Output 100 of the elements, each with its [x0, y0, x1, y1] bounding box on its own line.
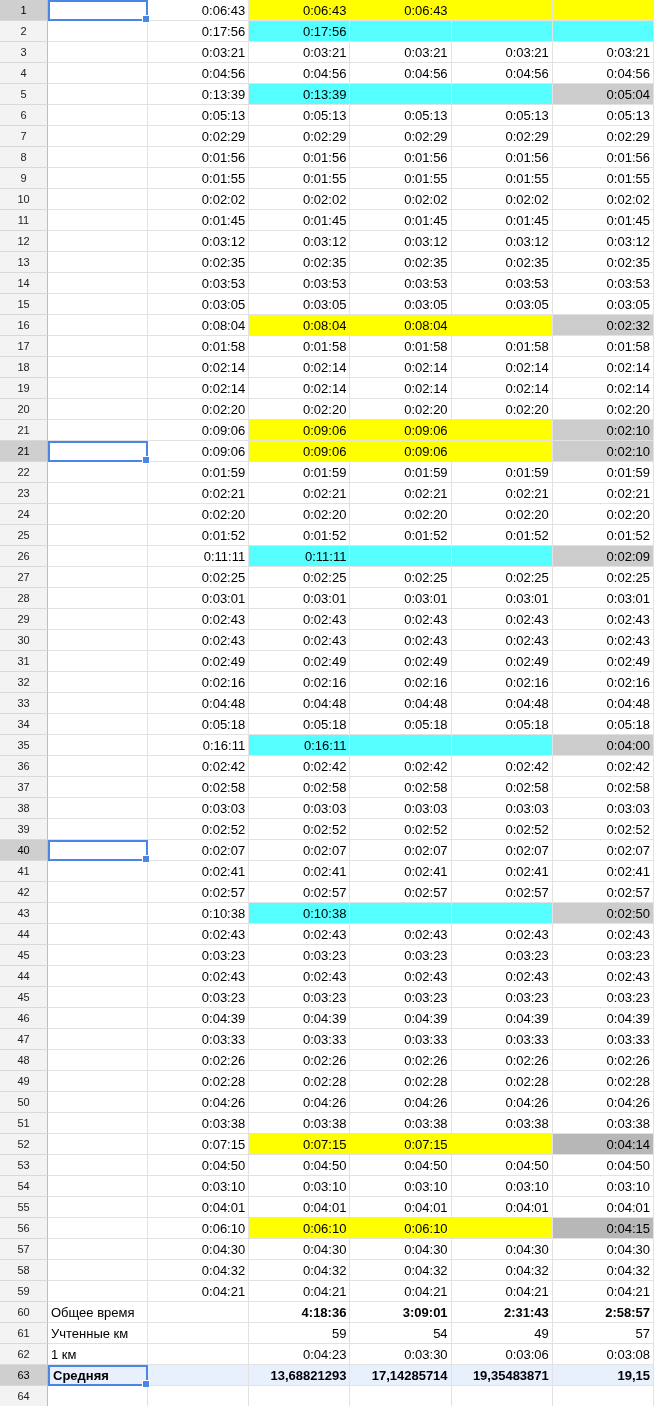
table-cell[interactable]: 0:03:33 — [552, 1029, 654, 1050]
table-cell[interactable]: 0:03:01 — [249, 588, 351, 609]
table-cell[interactable]: 0:02:25 — [451, 567, 553, 588]
table-cell[interactable]: 0:02:14 — [552, 357, 654, 378]
table-cell[interactable]: 0:03:10 — [451, 1176, 553, 1197]
table-cell[interactable]: Общее время — [48, 1302, 148, 1323]
table-cell[interactable]: 0:02:28 — [552, 1071, 654, 1092]
table-cell[interactable]: 0:02:42 — [249, 756, 351, 777]
table-cell[interactable]: 0:02:35 — [148, 252, 250, 273]
table-cell[interactable]: 49 — [451, 1323, 553, 1344]
table-cell[interactable]: 0:02:16 — [451, 672, 553, 693]
row-number[interactable]: 35 — [0, 735, 48, 756]
table-cell[interactable]: 0:01:45 — [552, 210, 654, 231]
table-cell[interactable]: 0:02:20 — [451, 504, 553, 525]
table-cell[interactable]: 0:02:20 — [148, 504, 250, 525]
table-cell[interactable]: 0:04:39 — [451, 1008, 553, 1029]
table-cell[interactable]: 0:03:10 — [350, 1176, 452, 1197]
table-cell[interactable]: 0:04:15 — [552, 1218, 654, 1239]
table-cell[interactable]: 0:04:39 — [148, 1008, 250, 1029]
table-cell[interactable]: 0:03:33 — [451, 1029, 553, 1050]
selected-cell[interactable]: Средняя — [48, 1365, 148, 1386]
table-cell[interactable]: 0:02:58 — [148, 777, 250, 798]
row-number[interactable]: 33 — [0, 693, 48, 714]
table-cell[interactable]: 0:02:52 — [451, 819, 553, 840]
table-cell[interactable]: 0:04:48 — [350, 693, 452, 714]
table-cell[interactable]: 0:02:20 — [249, 504, 351, 525]
table-cell[interactable]: 0:05:18 — [148, 714, 250, 735]
table-cell[interactable]: 0:02:43 — [249, 924, 351, 945]
table-cell[interactable]: 0:03:12 — [350, 231, 452, 252]
table-cell[interactable]: 0:01:56 — [552, 147, 654, 168]
table-cell[interactable]: 0:02:41 — [148, 861, 250, 882]
table-cell[interactable]: 0:02:14 — [148, 357, 250, 378]
table-cell[interactable]: 0:04:32 — [249, 1260, 351, 1281]
row-number[interactable]: 15 — [0, 294, 48, 315]
table-cell[interactable]: 0:02:29 — [350, 126, 452, 147]
row-number[interactable]: 21 — [0, 420, 48, 441]
table-cell[interactable]: 0:03:23 — [148, 945, 250, 966]
table-cell[interactable]: 0:01:56 — [451, 147, 553, 168]
table-cell[interactable]: 0:01:56 — [148, 147, 250, 168]
table-cell[interactable]: 0:02:49 — [350, 651, 452, 672]
table-cell[interactable]: 0:02:43 — [148, 630, 250, 651]
table-cell[interactable]: 0:02:42 — [451, 756, 553, 777]
row-number[interactable]: 64 — [0, 1386, 48, 1406]
table-cell[interactable]: 0:03:23 — [350, 987, 452, 1008]
table-cell[interactable]: 0:03:33 — [249, 1029, 351, 1050]
row-number[interactable]: 46 — [0, 1008, 48, 1029]
table-cell[interactable]: 0:02:58 — [552, 777, 654, 798]
row-number[interactable]: 26 — [0, 546, 48, 567]
table-cell[interactable]: 0:03:03 — [451, 798, 553, 819]
table-cell[interactable]: 2:31:43 — [451, 1302, 553, 1323]
row-number[interactable]: 1 — [0, 0, 48, 21]
row-number[interactable]: 19 — [0, 378, 48, 399]
table-cell[interactable]: 0:02:28 — [249, 1071, 351, 1092]
table-cell[interactable]: 0:02:49 — [148, 651, 250, 672]
table-cell[interactable]: 0:05:13 — [552, 105, 654, 126]
row-number[interactable]: 62 — [0, 1344, 48, 1365]
table-cell[interactable]: 0:02:29 — [148, 126, 250, 147]
table-cell[interactable]: 0:02:57 — [148, 882, 250, 903]
table-cell[interactable]: 0:04:32 — [451, 1260, 553, 1281]
table-cell[interactable]: 0:02:28 — [451, 1071, 553, 1092]
table-cell[interactable]: 0:03:10 — [249, 1176, 351, 1197]
table-cell[interactable]: 0:04:48 — [249, 693, 351, 714]
table-cell[interactable]: 0:02:43 — [249, 609, 351, 630]
table-cell[interactable]: 0:09:06 — [350, 420, 452, 441]
table-cell[interactable]: 0:02:43 — [350, 630, 452, 651]
table-cell[interactable]: 0:03:21 — [552, 42, 654, 63]
table-cell[interactable]: 0:03:21 — [451, 42, 553, 63]
table-cell[interactable]: 0:02:02 — [148, 189, 250, 210]
table-cell[interactable]: 59 — [249, 1323, 351, 1344]
table-cell[interactable]: 0:04:50 — [148, 1155, 250, 1176]
table-cell[interactable]: 0:03:23 — [249, 987, 351, 1008]
table-cell[interactable]: 0:08:04 — [350, 315, 452, 336]
table-cell[interactable]: 0:06:10 — [249, 1218, 351, 1239]
row-number[interactable]: 3 — [0, 42, 48, 63]
table-cell[interactable]: 0:03:53 — [148, 273, 250, 294]
table-cell[interactable]: 0:02:43 — [148, 924, 250, 945]
row-number[interactable]: 21 — [0, 441, 48, 462]
table-cell[interactable]: 0:02:14 — [249, 378, 351, 399]
table-cell[interactable]: 0:03:53 — [350, 273, 452, 294]
table-cell[interactable]: 0:02:52 — [249, 819, 351, 840]
table-cell[interactable]: 0:03:23 — [148, 987, 250, 1008]
table-cell[interactable]: 0:02:14 — [350, 357, 452, 378]
table-cell[interactable]: 0:02:43 — [148, 966, 250, 987]
table-cell[interactable]: 0:03:38 — [148, 1113, 250, 1134]
table-cell[interactable]: 0:02:35 — [350, 252, 452, 273]
table-cell[interactable]: 0:02:07 — [451, 840, 553, 861]
table-cell[interactable]: 0:02:14 — [148, 378, 250, 399]
table-cell[interactable]: 0:03:23 — [249, 945, 351, 966]
row-number[interactable]: 55 — [0, 1197, 48, 1218]
table-cell[interactable]: 13,68821293 — [249, 1365, 351, 1386]
table-cell[interactable]: 0:01:45 — [350, 210, 452, 231]
table-cell[interactable]: 0:04:48 — [451, 693, 553, 714]
row-number[interactable]: 52 — [0, 1134, 48, 1155]
table-cell[interactable]: 0:01:55 — [148, 168, 250, 189]
row-number[interactable]: 51 — [0, 1113, 48, 1134]
row-number[interactable]: 53 — [0, 1155, 48, 1176]
table-cell[interactable]: 0:01:55 — [451, 168, 553, 189]
selected-cell[interactable] — [48, 0, 148, 21]
table-cell[interactable]: 0:02:43 — [451, 924, 553, 945]
row-number[interactable]: 37 — [0, 777, 48, 798]
